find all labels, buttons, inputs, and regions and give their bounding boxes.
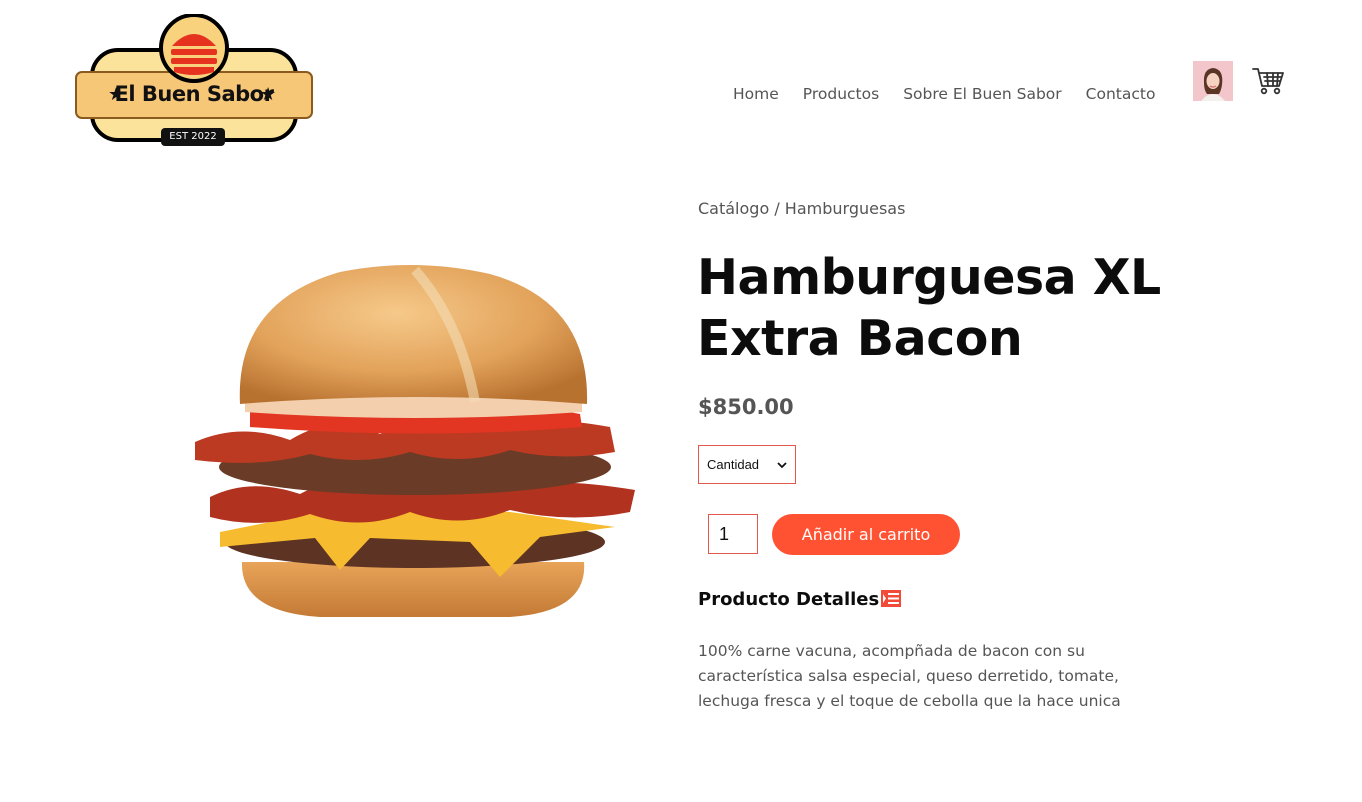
breadcrumb-hamburguesas[interactable]: Hamburguesas <box>785 199 906 218</box>
product-description: 100% carne vacuna, acompñada de bacon co… <box>698 642 1121 710</box>
main-nav: Home Productos Sobre El Buen Sabor Conta… <box>733 85 1179 103</box>
nav-sobre[interactable]: Sobre El Buen Sabor <box>903 85 1061 103</box>
star-icon: ★ <box>260 84 277 105</box>
quantity-input[interactable]: 1 <box>708 514 758 554</box>
chevron-down-icon <box>777 457 787 472</box>
brand-logo[interactable]: El Buen Sabor ★ ★ EST 2022 <box>74 13 314 150</box>
list-details-icon <box>881 590 901 607</box>
breadcrumb: Catálogo / Hamburguesas <box>698 199 905 218</box>
breadcrumb-catalogo[interactable]: Catálogo <box>698 199 769 218</box>
product-title: Hamburguesa XL Extra Bacon <box>697 249 1161 367</box>
star-icon: ★ <box>108 84 125 105</box>
brand-est: EST 2022 <box>169 131 217 142</box>
product-price: $850.00 <box>698 395 794 419</box>
shopping-cart-icon[interactable] <box>1252 66 1284 96</box>
cantidad-select[interactable]: Cantidad <box>698 445 796 484</box>
breadcrumb-separator: / <box>769 199 785 218</box>
product-details-heading: Producto Detalles <box>698 589 880 610</box>
nav-contacto[interactable]: Contacto <box>1086 85 1156 103</box>
cantidad-select-label: Cantidad <box>707 457 760 472</box>
nav-productos[interactable]: Productos <box>803 85 879 103</box>
add-to-cart-button[interactable]: Añadir al carrito <box>772 514 960 555</box>
burger-photo <box>190 262 642 624</box>
nav-home[interactable]: Home <box>733 85 779 103</box>
user-avatar[interactable] <box>1193 61 1233 101</box>
